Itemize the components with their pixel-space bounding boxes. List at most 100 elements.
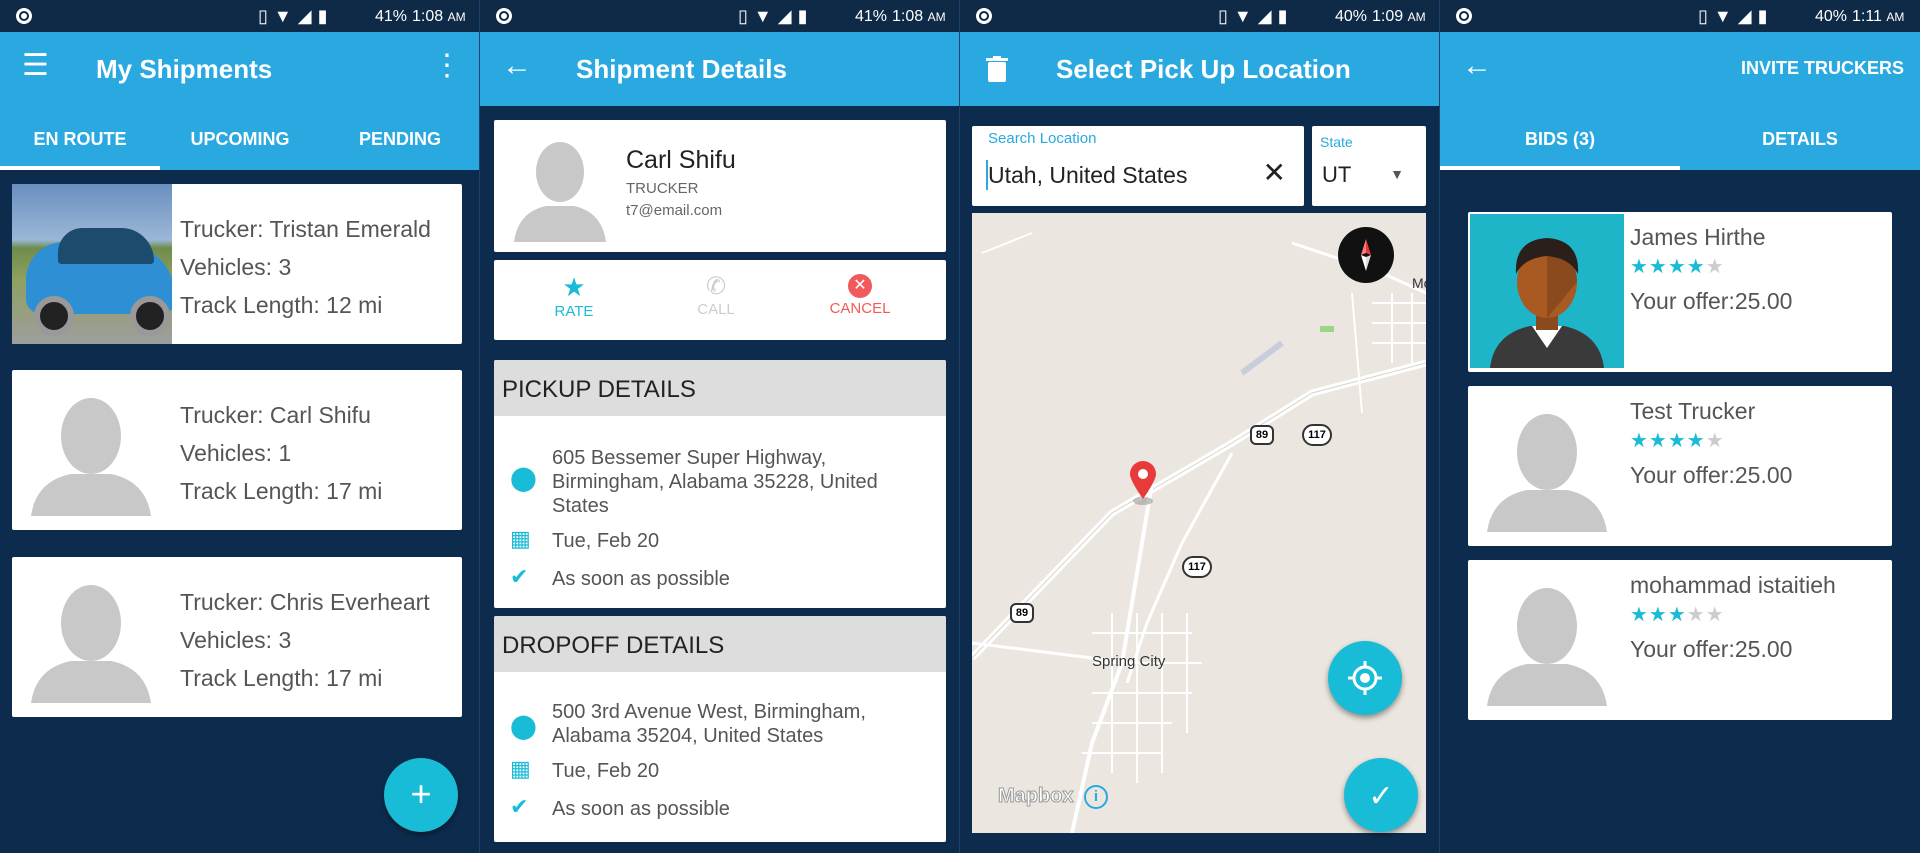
tab-upcoming[interactable]: UPCOMING bbox=[160, 106, 320, 170]
rate-button[interactable]: ★ RATE bbox=[534, 272, 614, 320]
bid-card[interactable]: mohammad istaitieh ★★★★★ Your offer:25.0… bbox=[1468, 560, 1892, 720]
screen-select-location: ▯▼◢▮ 40% 1:09 AM Select Pick Up Location… bbox=[960, 0, 1440, 853]
vehicles-count: Vehicles: 3 bbox=[180, 254, 292, 280]
route-89-shield: 89 bbox=[1250, 425, 1274, 445]
battery-percent: 41% bbox=[855, 8, 888, 25]
tab-details[interactable]: DETAILS bbox=[1680, 106, 1920, 170]
clock-ampm: AM bbox=[447, 10, 466, 24]
status-icons: ▯▼◢▮ bbox=[258, 6, 334, 26]
bids-tabs: BIDS (3) DETAILS bbox=[1440, 106, 1920, 170]
invite-truckers-button[interactable]: INVITE TRUCKERS bbox=[1741, 58, 1904, 79]
calendar-icon: ▦ bbox=[510, 526, 531, 551]
notification-icon bbox=[1456, 8, 1472, 24]
status-bar: ▯▼◢▮ 41% 1:08 AM bbox=[480, 0, 960, 32]
bid-offer: Your offer:25.00 bbox=[1630, 462, 1793, 488]
clock-time: 1:11 bbox=[1852, 8, 1882, 25]
tab-en-route[interactable]: EN ROUTE bbox=[0, 106, 160, 170]
state-value: UT bbox=[1322, 162, 1352, 187]
call-label: CALL bbox=[697, 301, 735, 318]
tab-pending[interactable]: PENDING bbox=[320, 106, 480, 170]
clock-ampm: AM bbox=[1886, 10, 1905, 24]
trash-icon[interactable] bbox=[986, 56, 1008, 82]
cancel-label: CANCEL bbox=[829, 300, 891, 317]
rating-stars: ★★★★★ bbox=[1630, 430, 1725, 452]
clock-time: 1:08 bbox=[412, 8, 444, 25]
shipment-tabs: EN ROUTE UPCOMING PENDING bbox=[0, 106, 480, 170]
track-length: Track Length: 12 mi bbox=[180, 292, 383, 318]
bid-card[interactable]: Test Trucker ★★★★★ Your offer:25.00 bbox=[1468, 386, 1892, 546]
plus-icon: + bbox=[410, 773, 432, 814]
compass-icon[interactable] bbox=[1338, 227, 1394, 283]
trucker-name: Carl Shifu bbox=[626, 146, 736, 174]
star-icon: ★ bbox=[562, 272, 586, 302]
shipment-card[interactable]: Trucker: Chris Everheart Vehicles: 3 Tra… bbox=[12, 557, 462, 717]
pickup-details-card: PICKUP DETAILS ⬤ 605 Bessemer Super High… bbox=[494, 360, 946, 608]
pickup-header: PICKUP DETAILS bbox=[494, 360, 946, 416]
trucker-profile-card: Carl Shifu TRUCKER t7@email.com bbox=[494, 120, 946, 252]
state-select[interactable]: State UT ▼ bbox=[1312, 126, 1426, 206]
check-icon: ✓ bbox=[1368, 780, 1394, 813]
route-117-shield: 117 bbox=[1302, 424, 1332, 446]
map-roads bbox=[972, 232, 1426, 833]
search-location-label: Search Location bbox=[988, 130, 1097, 147]
bidder-name: mohammad istaitieh bbox=[1630, 572, 1836, 598]
shipment-card[interactable]: Trucker: Tristan Emerald Vehicles: 3 Tra… bbox=[12, 184, 462, 344]
rating-stars: ★★★★★ bbox=[1630, 604, 1725, 626]
track-length: Track Length: 17 mi bbox=[180, 478, 383, 504]
track-length: Track Length: 17 mi bbox=[180, 665, 383, 691]
more-options-icon[interactable]: ⋮ bbox=[432, 50, 462, 82]
notification-icon bbox=[496, 8, 512, 24]
status-bar: ▯▼◢▮ 41% 1:08 AM bbox=[0, 0, 480, 32]
search-location-input[interactable]: Utah, United States bbox=[988, 162, 1187, 189]
page-title: My Shipments bbox=[96, 54, 273, 84]
pickup-time: As soon as possible bbox=[552, 568, 730, 590]
clock-time: 1:09 bbox=[1372, 8, 1404, 25]
status-icons: ▯▼◢▮ bbox=[738, 6, 814, 26]
notification-icon bbox=[976, 8, 992, 24]
crosshair-icon bbox=[1348, 661, 1382, 695]
avatar-placeholder-icon bbox=[1487, 588, 1607, 706]
search-location-field[interactable]: Search Location Utah, United States ✕ bbox=[972, 126, 1304, 206]
calendar-icon: ▦ bbox=[510, 756, 531, 781]
battery-percent: 40% bbox=[1815, 8, 1848, 25]
confirm-location-button[interactable]: ✓ bbox=[1344, 758, 1418, 832]
avatar-placeholder-icon bbox=[31, 398, 151, 516]
clock: 1:09 AM bbox=[1372, 8, 1426, 26]
back-arrow-icon[interactable]: ← bbox=[1462, 50, 1492, 82]
avatar-placeholder-icon bbox=[514, 142, 606, 242]
cancel-icon: ✕ bbox=[848, 274, 872, 298]
trucker-email: t7@email.com bbox=[626, 202, 723, 219]
shipment-card[interactable]: Trucker: Carl Shifu Vehicles: 1 Track Le… bbox=[12, 370, 462, 530]
cancel-button[interactable]: ✕ CANCEL bbox=[810, 272, 910, 317]
notification-icon bbox=[16, 8, 32, 24]
add-shipment-button[interactable]: + bbox=[384, 758, 458, 832]
clock: 1:08 AM bbox=[892, 8, 946, 26]
avatar-placeholder-icon bbox=[1487, 414, 1607, 532]
screen-my-shipments: ▯▼◢▮ 41% 1:08 AM ☰ My Shipments ⋮ EN ROU… bbox=[0, 0, 480, 853]
screen-bids: ▯▼◢▮ 40% 1:11 AM ← INVITE TRUCKERS BIDS … bbox=[1440, 0, 1920, 853]
check-circle-icon: ✔ bbox=[510, 564, 529, 589]
location-pin-icon[interactable] bbox=[1128, 461, 1158, 505]
battery-percent: 40% bbox=[1335, 8, 1368, 25]
status-icons: ▯▼◢▮ bbox=[1218, 6, 1294, 26]
menu-icon[interactable]: ☰ bbox=[22, 50, 49, 82]
info-icon[interactable]: i bbox=[1084, 785, 1108, 809]
clear-icon[interactable]: ✕ bbox=[1263, 156, 1286, 189]
pickup-date: Tue, Feb 20 bbox=[552, 530, 660, 552]
bidder-name: Test Trucker bbox=[1630, 398, 1756, 424]
call-button[interactable]: ✆ CALL bbox=[676, 272, 756, 318]
map-view[interactable]: 89 117 117 89 Spring City Mo Mapbox i bbox=[972, 213, 1426, 833]
location-pin-icon: ⬤ bbox=[510, 465, 537, 492]
map-city-label: Spring City bbox=[1092, 653, 1166, 670]
battery-percent: 41% bbox=[375, 8, 408, 25]
rating-stars: ★★★★★ bbox=[1630, 256, 1725, 278]
status-bar: ▯▼◢▮ 40% 1:11 AM bbox=[1440, 0, 1920, 32]
location-pin-icon: ⬤ bbox=[510, 713, 537, 740]
my-location-button[interactable] bbox=[1328, 641, 1402, 715]
map-place-label: Mo bbox=[1412, 275, 1426, 291]
back-arrow-icon[interactable]: ← bbox=[502, 50, 532, 82]
state-label: State bbox=[1320, 134, 1353, 150]
bid-card[interactable]: James Hirthe ★★★★★ Your offer:25.00 bbox=[1468, 212, 1892, 372]
app-bar: Select Pick Up Location bbox=[960, 32, 1440, 106]
tab-bids[interactable]: BIDS (3) bbox=[1440, 106, 1680, 170]
